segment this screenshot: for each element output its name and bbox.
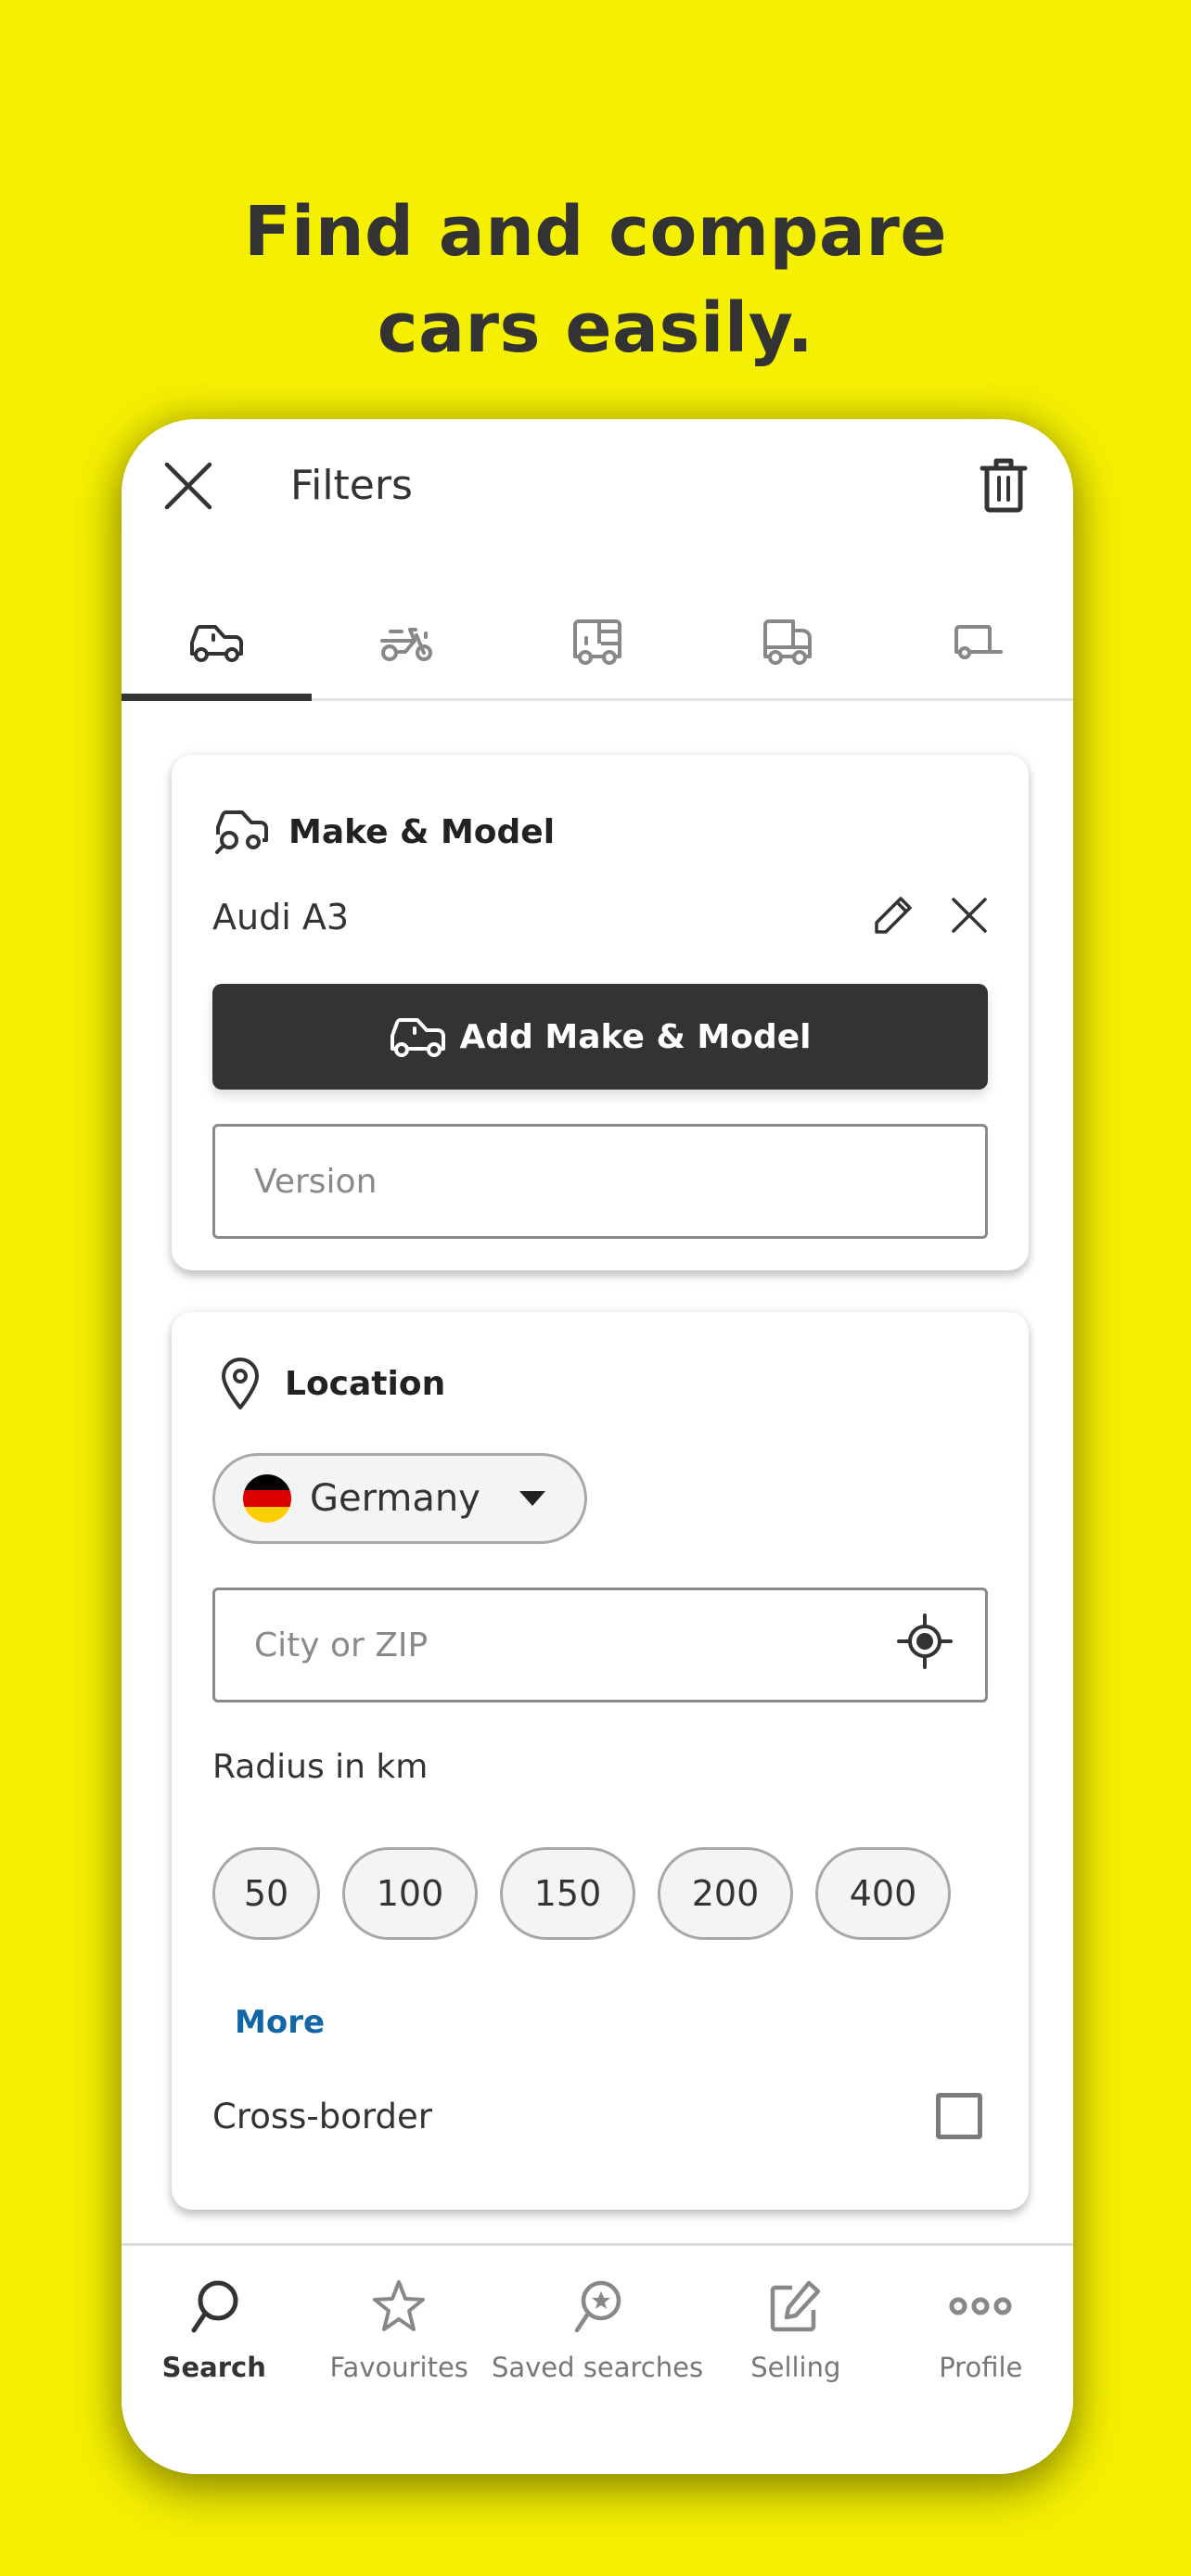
version-placeholder: Version	[254, 1162, 378, 1201]
filters-scroll-area[interactable]: Make & Model Audi A3 Add Make & Model Ve…	[122, 704, 1073, 2243]
use-current-location-button[interactable]	[896, 1613, 954, 1678]
car-icon	[390, 1018, 445, 1057]
cross-border-row: Cross-border	[212, 2084, 982, 2149]
car-icon	[189, 624, 243, 662]
city-zip-placeholder: City or ZIP	[254, 1626, 429, 1664]
location-pin-icon	[222, 1358, 259, 1409]
more-radius-link[interactable]: More	[235, 2004, 325, 2041]
nav-favourites[interactable]: Favourites	[306, 2274, 491, 2474]
radius-label: Radius in km	[212, 1748, 429, 1786]
marketing-headline: Find and compare cars easily.	[0, 184, 1191, 376]
nav-profile-label: Profile	[939, 2352, 1023, 2383]
headline-line-2: cars easily.	[377, 288, 814, 368]
selected-model-row: Audi A3	[212, 889, 988, 945]
make-model-card: Make & Model Audi A3 Add Make & Model Ve…	[172, 755, 1029, 1270]
add-make-model-label: Add Make & Model	[459, 1017, 812, 1056]
radius-chip[interactable]: 150	[500, 1847, 635, 1940]
radius-options: 50 100 150 200 400	[212, 1847, 951, 1940]
version-input[interactable]: Version	[212, 1124, 988, 1239]
nav-search-label: Search	[161, 2352, 266, 2383]
location-header: Location	[212, 1356, 445, 1411]
tab-motorhome[interactable]	[502, 586, 692, 698]
germany-flag-icon	[243, 1474, 291, 1523]
top-app-bar: Filters	[122, 419, 1073, 549]
country-dropdown[interactable]: Germany	[212, 1453, 587, 1544]
close-icon	[952, 897, 987, 933]
nav-favourites-label: Favourites	[329, 2352, 468, 2383]
nav-saved-searches[interactable]: Saved searches	[492, 2274, 703, 2474]
city-zip-input[interactable]: City or ZIP	[212, 1588, 988, 1702]
cross-border-label: Cross-border	[212, 2096, 432, 2136]
make-model-title: Make & Model	[288, 812, 556, 851]
motorhome-icon	[573, 618, 621, 665]
tab-motorbike[interactable]	[312, 586, 502, 698]
phone-screen: Filters Make & Model Audi A3 Add Make & …	[122, 419, 1073, 2474]
selected-country: Germany	[310, 1477, 480, 1520]
edit-square-icon	[770, 2280, 821, 2332]
tab-car[interactable]	[122, 586, 313, 701]
remove-model-button[interactable]	[951, 897, 988, 938]
car-search-icon	[215, 810, 268, 854]
nav-saved-searches-label: Saved searches	[491, 2352, 704, 2383]
gps-target-icon	[897, 1613, 953, 1669]
close-icon	[164, 462, 212, 510]
nav-search[interactable]: Search	[122, 2274, 306, 2474]
more-dots-icon	[949, 2297, 1012, 2315]
tab-truck[interactable]	[693, 586, 883, 698]
headline-line-1: Find and compare	[243, 192, 948, 272]
cross-border-checkbox[interactable]	[936, 2093, 982, 2139]
location-title: Location	[285, 1364, 446, 1403]
radius-chip[interactable]: 200	[658, 1847, 793, 1940]
nav-profile[interactable]: Profile	[889, 2274, 1073, 2474]
radius-chip[interactable]: 50	[212, 1847, 320, 1940]
clear-filters-button[interactable]	[971, 453, 1036, 517]
make-model-header: Make & Model	[212, 809, 555, 855]
page-title: Filters	[290, 462, 413, 509]
add-make-model-button[interactable]: Add Make & Model	[212, 984, 988, 1090]
saved-search-icon	[574, 2280, 621, 2333]
edit-model-button[interactable]	[873, 895, 914, 940]
radius-chip[interactable]: 100	[342, 1847, 478, 1940]
trash-icon	[980, 458, 1028, 513]
search-icon	[191, 2280, 238, 2333]
pencil-icon	[875, 896, 912, 934]
tab-trailer[interactable]	[883, 586, 1073, 698]
trailer-icon	[954, 624, 1004, 659]
vehicle-type-tabs	[122, 586, 1073, 701]
selected-model-name: Audi A3	[212, 897, 350, 937]
close-filters-button[interactable]	[159, 456, 218, 516]
radius-chip[interactable]: 400	[815, 1847, 951, 1940]
caret-down-icon	[519, 1491, 545, 1506]
bottom-navigation: Search Favourites Saved searches Selling…	[122, 2243, 1073, 2474]
truck-icon	[763, 618, 813, 665]
nav-selling-label: Selling	[750, 2352, 841, 2383]
star-icon	[373, 2280, 426, 2331]
nav-selling[interactable]: Selling	[703, 2274, 888, 2474]
location-card: Location Germany City or ZIP Radius in k…	[172, 1312, 1029, 2210]
motorbike-icon	[379, 627, 432, 661]
